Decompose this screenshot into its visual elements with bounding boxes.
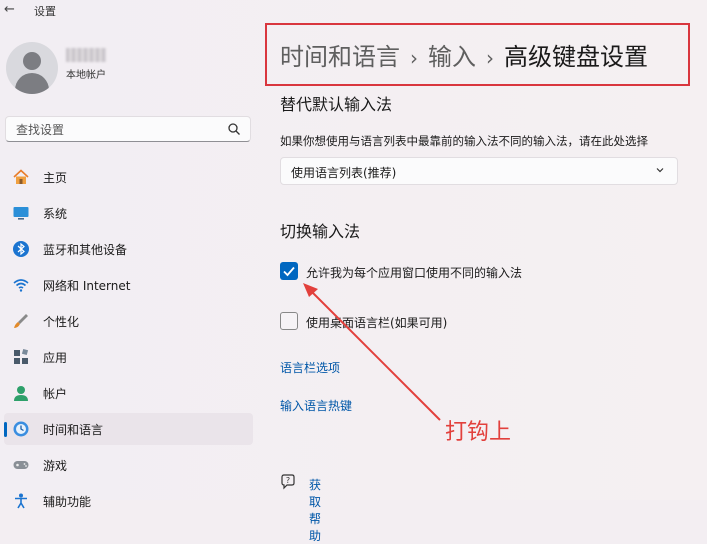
breadcrumb-item-time-language[interactable]: 时间和语言 [280,43,400,71]
sidebar-item-label: 主页 [43,171,68,185]
sidebar-item-label: 时间和语言 [43,423,104,437]
sidebar-item-bluetooth[interactable]: 蓝牙和其他设备 [4,233,253,265]
help-icon: ? [281,474,295,490]
sidebar-item-label: 网络和 Internet [43,279,131,293]
input-language-hotkeys-link[interactable]: 输入语言热键 [280,397,352,414]
settings-window: ← 设置 本地帐户 主页 [0,0,707,543]
account-name-blurred [66,48,106,62]
breadcrumb-highlight: 时间和语言 › 输入 › 高级键盘设置 [265,23,690,86]
sidebar-item-personalization[interactable]: 个性化 [4,305,253,337]
sidebar: 本地帐户 主页 系统 [0,22,260,509]
get-help-label: 获取帮助 [309,478,322,543]
account-type: 本地帐户 [66,70,106,81]
brush-icon [14,314,28,328]
sidebar-item-label: 辅助功能 [43,495,92,509]
sidebar-item-gaming[interactable]: 游戏 [4,449,253,481]
active-indicator [4,422,7,437]
accessibility-icon [15,493,27,509]
chevron-down-icon [656,168,664,173]
sidebar-item-label: 蓝牙和其他设备 [43,243,128,257]
avatar[interactable] [6,42,58,94]
breadcrumb-item-input[interactable]: 输入 [428,43,476,71]
sidebar-item-label: 应用 [43,351,68,365]
language-bar-options-link[interactable]: 语言栏选项 [280,359,340,376]
wifi-icon [13,279,29,292]
clock-globe-icon [13,421,29,437]
sidebar-item-label: 个性化 [43,315,80,329]
gamepad-icon [13,461,29,469]
sidebar-item-accounts[interactable]: 帐户 [4,377,253,409]
breadcrumb-separator: › [486,46,494,70]
home-icon [13,169,29,184]
per-app-input-checkbox[interactable] [280,262,298,280]
search-box[interactable] [5,116,251,142]
sidebar-item-apps[interactable]: 应用 [4,341,253,373]
section-title-switching: 切换输入法 [280,222,361,241]
breadcrumb-separator: › [410,46,418,70]
override-description: 如果你想使用与语言列表中最靠前的输入法不同的输入法，请在此处选择 [280,134,648,148]
sidebar-item-network[interactable]: 网络和 Internet [4,269,253,301]
search-icon[interactable] [227,122,241,136]
checkmark-icon [283,266,295,277]
breadcrumb: 时间和语言 › 输入 › 高级键盘设置 [280,37,648,72]
sidebar-item-label: 游戏 [43,459,68,473]
title-bar: ← 设置 [0,0,260,22]
person-icon [14,386,28,401]
sidebar-item-label: 系统 [43,207,68,221]
svg-text:?: ? [286,476,290,485]
sidebar-item-label: 帐户 [43,387,68,401]
desktop-language-bar-label: 使用桌面语言栏(如果可用) [306,316,448,330]
bluetooth-icon [13,241,29,257]
search-input[interactable] [14,120,218,140]
sidebar-item-system[interactable]: 系统 [4,197,253,229]
avatar-head [23,52,41,70]
avatar-body [15,73,49,94]
apps-icon [14,348,29,364]
sidebar-item-time-language[interactable]: 时间和语言 [4,413,253,445]
dropdown-selected-value: 使用语言列表(推荐) [291,166,397,180]
window-title: 设置 [34,5,56,18]
section-title-override: 替代默认输入法 [280,95,393,114]
back-arrow-icon[interactable]: ← [4,2,15,17]
desktop-language-bar-checkbox[interactable] [280,312,298,330]
per-app-input-label: 允许我为每个应用窗口使用不同的输入法 [306,266,523,280]
sidebar-item-home[interactable]: 主页 [4,161,253,193]
monitor-icon [13,207,29,220]
input-method-dropdown[interactable]: 使用语言列表(推荐) [280,157,678,185]
page-title: 高级键盘设置 [504,43,648,71]
annotation-text: 打钩上 [445,420,512,445]
sidebar-item-accessibility[interactable]: 辅助功能 [4,485,253,517]
